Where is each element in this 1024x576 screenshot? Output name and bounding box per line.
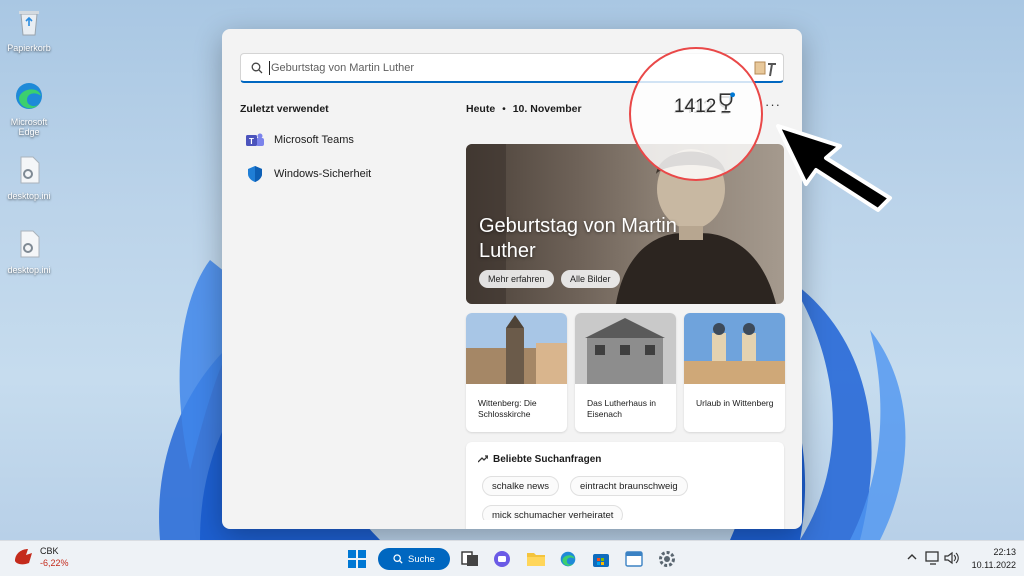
popular-chip[interactable]: eintracht braunschweig <box>570 476 688 496</box>
network-icon[interactable] <box>925 551 941 565</box>
all-images-button[interactable]: Alle Bilder <box>561 270 620 288</box>
popular-searches: Beliebte Suchanfragen schalke news eintr… <box>466 442 784 529</box>
teams-icon: T <box>246 133 264 146</box>
chat-icon <box>494 551 510 567</box>
desktop-icon-desktop-ini-1[interactable]: desktop.ini <box>4 154 54 201</box>
card-image <box>466 313 567 384</box>
pointer-arrow-icon <box>776 124 892 212</box>
stock-change: -6,22% <box>40 558 69 568</box>
card-lutherhaus[interactable]: Das Lutherhaus in Eisenach <box>575 313 676 432</box>
card-caption: Das Lutherhaus in Eisenach <box>587 398 656 420</box>
folder-icon <box>527 553 545 566</box>
task-view-icon <box>461 551 478 566</box>
chevron-up-icon[interactable] <box>906 551 918 563</box>
search-icon <box>251 62 263 74</box>
recent-item-windows-security[interactable]: Windows-Sicherheit <box>246 161 371 187</box>
gear-icon <box>659 551 675 567</box>
card-urlaub-wittenberg[interactable]: Urlaub in Wittenberg <box>684 313 785 432</box>
popular-chip[interactable]: schalke news <box>482 476 560 496</box>
svg-text:T: T <box>249 137 254 146</box>
edge-icon <box>16 83 42 109</box>
recent-item-teams[interactable]: T Microsoft Teams <box>246 127 354 153</box>
card-image <box>684 313 785 384</box>
recent-item-label: Microsoft Teams <box>274 134 354 146</box>
edge-icon <box>560 551 576 567</box>
file-explorer-button[interactable] <box>524 547 548 571</box>
trending-icon <box>478 455 488 463</box>
task-view-button[interactable] <box>458 547 482 571</box>
desktop-icon-edge[interactable]: Microsoft Edge <box>4 80 54 137</box>
clock[interactable]: 22:13 10.11.2022 <box>964 546 1016 572</box>
search-icon <box>393 554 403 564</box>
recycle-bin-icon <box>19 11 39 36</box>
learn-more-button[interactable]: Mehr erfahren <box>479 270 554 288</box>
more-options-button[interactable]: ··· <box>765 97 781 112</box>
desktop-icon-recycle-bin[interactable]: Papierkorb <box>4 6 54 53</box>
settings-file-icon <box>20 230 40 258</box>
taskbar-search-button[interactable]: Suche <box>378 548 450 570</box>
store-icon <box>593 554 609 567</box>
chat-button[interactable] <box>490 547 514 571</box>
settings-button[interactable] <box>655 547 679 571</box>
window-app-icon <box>625 551 643 567</box>
card-caption: Urlaub in Wittenberg <box>696 398 774 408</box>
text-caret <box>269 61 270 75</box>
taskbar: CBK -6,22% Suche 22:13 10.11.2022 <box>0 540 1024 576</box>
tools-icon[interactable] <box>753 58 779 78</box>
stock-down-icon <box>15 549 32 565</box>
highlight-points: 1412 <box>674 96 717 117</box>
stock-widget[interactable]: CBK -6,22% <box>12 545 69 569</box>
settings-file-icon <box>20 156 40 184</box>
stock-name: CBK <box>40 546 59 556</box>
recent-item-label: Windows-Sicherheit <box>274 168 372 180</box>
card-caption: Wittenberg: Die Schlosskirche <box>478 398 537 420</box>
card-schlosskirche[interactable]: Wittenberg: Die Schlosskirche <box>466 313 567 432</box>
desktop-icon-desktop-ini-2[interactable]: desktop.ini <box>4 228 54 275</box>
volume-icon[interactable] <box>944 551 960 565</box>
windows-logo-icon <box>348 550 366 568</box>
today-header: Heute • 10. November <box>466 103 582 115</box>
rewards-trophy-icon <box>719 92 736 113</box>
store-button[interactable] <box>589 547 613 571</box>
start-button[interactable] <box>345 547 369 571</box>
edge-button[interactable] <box>556 547 580 571</box>
app-window-button[interactable] <box>622 547 646 571</box>
hero-title: Geburtstag von Martin Luther <box>479 215 677 262</box>
popular-title: Beliebte Suchanfragen <box>493 454 602 465</box>
card-image <box>575 313 676 384</box>
recent-title: Zuletzt verwendet <box>240 103 329 115</box>
hero-card[interactable]: Geburtstag von Martin Luther Mehr erfahr… <box>466 144 784 304</box>
shield-icon <box>248 166 262 182</box>
popular-chip[interactable]: mick schumacher verheiratet <box>482 505 624 520</box>
